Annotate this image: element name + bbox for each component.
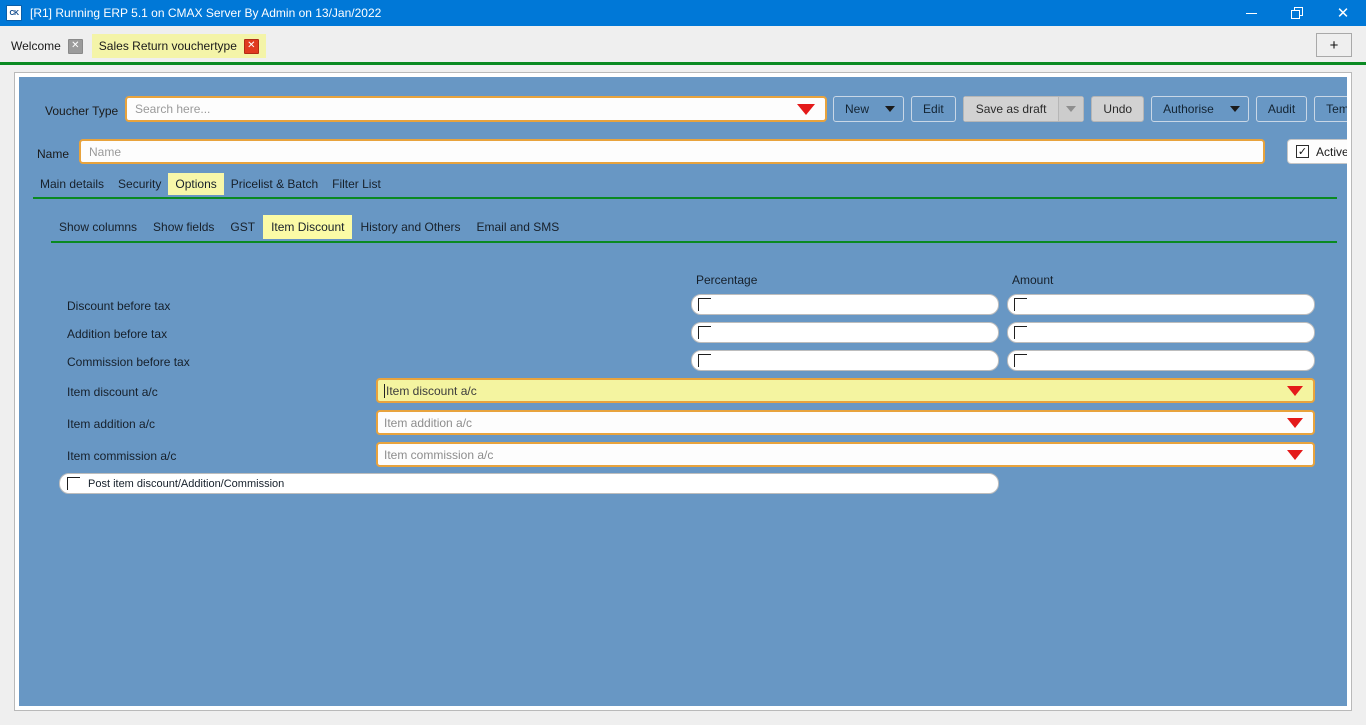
subtab-history-and-others[interactable]: History and Others: [352, 215, 468, 239]
name-placeholder: Name: [89, 144, 122, 159]
discount-before-tax-percentage-field[interactable]: [691, 294, 999, 315]
undo-button[interactable]: Undo: [1091, 96, 1145, 122]
tab-main-details[interactable]: Main details: [33, 173, 111, 195]
template-button-label: Template: [1326, 102, 1347, 116]
new-tab-button[interactable]: +: [1316, 33, 1352, 57]
restore-button[interactable]: [1274, 0, 1320, 26]
commission-before-tax-amount-field[interactable]: [1007, 350, 1315, 371]
form-panel: Voucher Type Search here... New Edit Sav…: [19, 77, 1347, 706]
new-button[interactable]: New: [833, 96, 905, 122]
checkbox[interactable]: [1014, 298, 1027, 311]
tab-close-icon[interactable]: ✕: [67, 38, 83, 54]
chevron-down-icon[interactable]: [1287, 417, 1303, 428]
audit-button[interactable]: Audit: [1255, 96, 1308, 122]
sub-tab-bar: Show columns Show fields GST Item Discou…: [51, 215, 567, 239]
name-label: Name: [37, 147, 70, 161]
checkbox[interactable]: [698, 298, 711, 311]
main-tab-bar: Main details Security Options Pricelist …: [33, 173, 1347, 195]
close-button[interactable]: ✕: [1320, 0, 1366, 26]
authorise-button-label: Authorise: [1163, 102, 1214, 116]
tab-filter-list[interactable]: Filter List: [325, 173, 388, 195]
minimize-button[interactable]: [1228, 0, 1274, 26]
chevron-down-icon[interactable]: [1229, 106, 1240, 112]
row-label-addition-before-tax: Addition before tax: [67, 327, 168, 341]
checkbox[interactable]: [698, 354, 711, 367]
item-commission-account-combo[interactable]: Item commission a/c: [376, 442, 1315, 467]
post-item-discount-row[interactable]: Post item discount/Addition/Commission: [59, 473, 999, 494]
subtab-show-columns[interactable]: Show columns: [51, 215, 145, 239]
item-commission-account-placeholder: Item commission a/c: [384, 447, 494, 462]
voucher-type-search-input[interactable]: Search here...: [125, 96, 827, 122]
chevron-down-icon: [1066, 106, 1077, 112]
document-tab-welcome[interactable]: Welcome ✕: [4, 34, 90, 58]
tab-pricelist-and-batch[interactable]: Pricelist & Batch: [224, 173, 325, 195]
subtab-gst[interactable]: GST: [222, 215, 263, 239]
item-discount-account-combo[interactable]: Item discount a/c: [376, 378, 1315, 403]
document-frame: Voucher Type Search here... New Edit Sav…: [14, 72, 1352, 711]
subtab-item-discount[interactable]: Item Discount: [263, 215, 353, 239]
subtab-show-fields[interactable]: Show fields: [145, 215, 222, 239]
subtab-email-and-sms[interactable]: Email and SMS: [469, 215, 568, 239]
chevron-down-icon[interactable]: [1287, 449, 1303, 460]
active-checkbox[interactable]: ✓: [1296, 145, 1309, 158]
chevron-down-icon[interactable]: [1287, 385, 1303, 396]
checkbox[interactable]: [1014, 326, 1027, 339]
addition-before-tax-amount-field[interactable]: [1007, 322, 1315, 343]
name-input[interactable]: Name: [79, 139, 1265, 164]
close-icon: ✕: [1336, 3, 1350, 22]
audit-button-label: Audit: [1267, 102, 1296, 116]
post-item-discount-label: Post item discount/Addition/Commission: [88, 477, 285, 490]
save-as-draft-dropdown[interactable]: [1058, 96, 1085, 122]
save-as-draft-button-label: Save as draft: [962, 96, 1059, 122]
document-tab-label: Welcome: [11, 39, 61, 53]
tab-options[interactable]: Options: [168, 173, 224, 195]
main-tab-divider: [33, 197, 1337, 199]
edit-button[interactable]: Edit: [911, 96, 956, 122]
save-as-draft-split-button[interactable]: Save as draft: [962, 96, 1085, 122]
minimize-icon: [1245, 12, 1257, 14]
restore-icon: [1291, 7, 1303, 19]
action-toolbar: New Edit Save as draft Undo Authorise Au…: [833, 96, 1347, 122]
tab-security[interactable]: Security: [111, 173, 168, 195]
top-green-divider: [0, 62, 1366, 65]
tab-close-icon[interactable]: ✕: [243, 38, 259, 54]
active-label: Active: [1316, 144, 1347, 159]
checkbox[interactable]: [698, 326, 711, 339]
column-header-percentage: Percentage: [696, 273, 758, 287]
checkbox[interactable]: [1014, 354, 1027, 367]
post-item-discount-checkbox[interactable]: [67, 477, 80, 490]
app-icon: CK: [6, 5, 22, 21]
row-label-commission-before-tax: Commission before tax: [67, 355, 190, 369]
text-cursor: [384, 383, 385, 398]
chevron-down-icon[interactable]: [885, 106, 896, 112]
column-header-amount: Amount: [1012, 273, 1054, 287]
authorise-button[interactable]: Authorise: [1151, 96, 1249, 122]
commission-before-tax-percentage-field[interactable]: [691, 350, 999, 371]
document-tab-label: Sales Return vouchertype: [98, 39, 237, 53]
document-tab-strip: Welcome ✕ Sales Return vouchertype ✕ +: [0, 26, 1366, 62]
document-tab-sales-return-vouchertype[interactable]: Sales Return vouchertype ✕: [91, 34, 266, 58]
window-title: [R1] Running ERP 5.1 on CMAX Server By A…: [30, 6, 382, 20]
window-controls: ✕: [1228, 0, 1366, 26]
voucher-type-placeholder: Search here...: [135, 102, 211, 116]
row-label-item-addition-ac: Item addition a/c: [67, 417, 156, 431]
undo-button-label: Undo: [1103, 102, 1133, 116]
active-checkbox-container[interactable]: ✓ Active: [1287, 139, 1347, 164]
item-addition-account-placeholder: Item addition a/c: [384, 415, 473, 430]
item-discount-account-placeholder: Item discount a/c: [386, 383, 477, 398]
sub-tab-divider: [51, 241, 1337, 243]
addition-before-tax-percentage-field[interactable]: [691, 322, 999, 343]
voucher-type-label: Voucher Type: [45, 104, 119, 118]
new-button-label: New: [845, 102, 870, 116]
chevron-down-icon[interactable]: [797, 103, 815, 115]
row-label-discount-before-tax: Discount before tax: [67, 299, 171, 313]
discount-before-tax-amount-field[interactable]: [1007, 294, 1315, 315]
row-label-item-discount-ac: Item discount a/c: [67, 385, 158, 399]
row-label-item-commission-ac: Item commission a/c: [67, 449, 177, 463]
title-bar: CK [R1] Running ERP 5.1 on CMAX Server B…: [0, 0, 1366, 26]
item-addition-account-combo[interactable]: Item addition a/c: [376, 410, 1315, 435]
edit-button-label: Edit: [923, 102, 944, 116]
template-button[interactable]: Template: [1314, 96, 1347, 122]
